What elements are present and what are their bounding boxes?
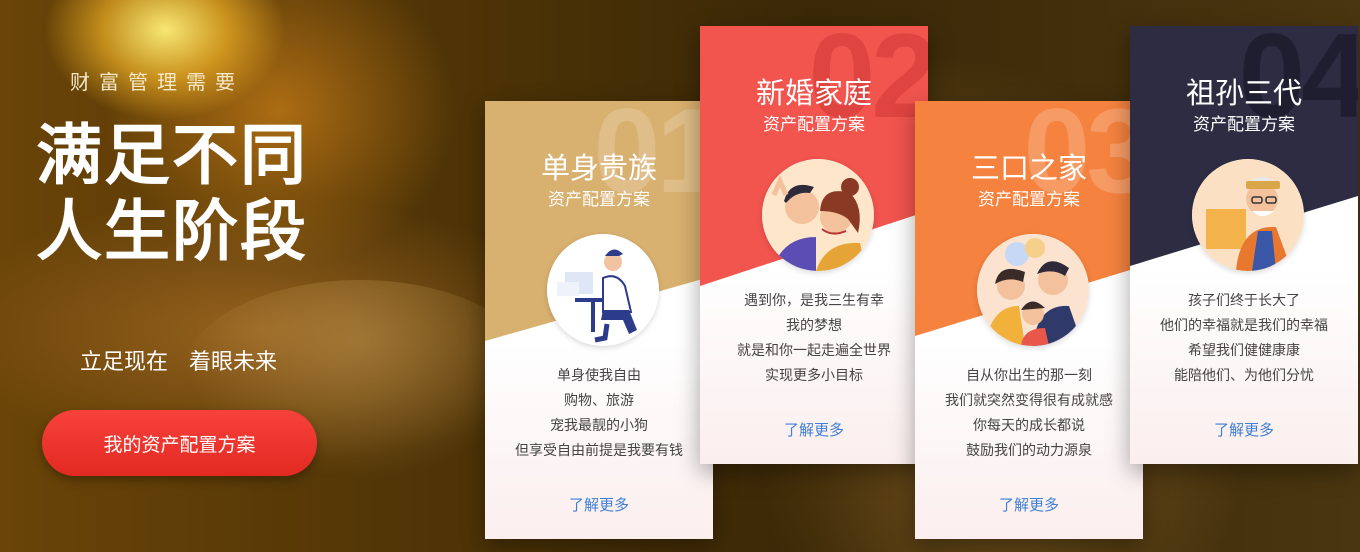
learn-more-link[interactable]: 了解更多 [915, 494, 1143, 515]
card-line: 我的梦想 [786, 318, 842, 334]
hero-subtitle: 财富管理需要 [70, 70, 244, 94]
card-description: 自从你出生的那一刻 我们就突然变得很有成就感 你每天的成长都说 鼓励我们的动力源… [915, 364, 1143, 464]
card-description: 孩子们终于长大了 他们的幸福就是我们的幸福 希望我们健健康康 能陪他们、为他们分… [1130, 289, 1358, 389]
card-title: 单身贵族 [540, 151, 657, 185]
card-subtitle: 资产配置方案 [548, 190, 650, 210]
card-title: 三口之家 [970, 151, 1087, 185]
couple-illustration [762, 159, 874, 271]
card-line: 我们就突然变得很有成就感 [945, 393, 1113, 409]
card-single[interactable]: 01 单身贵族 资产配置方案 单身使我自由 购物、旅游 宠我最靓的小狗 但享受自… [485, 101, 713, 539]
card-line: 遇到你，是我三生有幸 [744, 293, 884, 309]
card-line: 希望我们健健康康 [1188, 343, 1300, 359]
card-line: 但享受自由前提是我要有钱 [515, 443, 683, 459]
card-line: 你每天的成长都说 [973, 418, 1085, 434]
card-line: 自从你出生的那一刻 [966, 368, 1092, 384]
learn-more-link[interactable]: 了解更多 [1130, 419, 1358, 440]
my-asset-plan-button[interactable]: 我的资产配置方案 [42, 410, 317, 476]
family-illustration [977, 234, 1089, 346]
card-description: 遇到你，是我三生有幸 我的梦想 就是和你一起走遍全世界 实现更多小目标 [700, 289, 928, 389]
card-description: 单身使我自由 购物、旅游 宠我最靓的小狗 但享受自由前提是我要有钱 [485, 364, 713, 464]
card-family-of-three[interactable]: 03 三口之家 资产配置方案 自从你出生的那一刻 我们就突然变得很有成就感 你每… [915, 101, 1143, 539]
hero-title-line1: 满足不同 [36, 117, 308, 194]
card-line: 宠我最靓的小狗 [550, 418, 648, 434]
grandparent-illustration [1192, 159, 1304, 271]
card-line: 能陪他们、为他们分忧 [1174, 368, 1314, 384]
single-person-illustration [547, 234, 659, 346]
learn-more-link[interactable]: 了解更多 [700, 419, 928, 440]
card-line: 购物、旅游 [564, 393, 634, 409]
card-line: 孩子们终于长大了 [1188, 293, 1300, 309]
card-subtitle: 资产配置方案 [1193, 115, 1295, 135]
card-line: 实现更多小目标 [765, 368, 863, 384]
card-line: 就是和你一起走遍全世界 [737, 343, 891, 359]
card-line: 单身使我自由 [557, 368, 641, 384]
card-line: 他们的幸福就是我们的幸福 [1160, 318, 1328, 334]
card-newlywed[interactable]: 02 新婚家庭 资产配置方案 遇到你，是我三生有幸 我的梦想 就是和你一起走遍全… [700, 26, 928, 464]
learn-more-link[interactable]: 了解更多 [485, 494, 713, 515]
card-subtitle: 资产配置方案 [978, 190, 1080, 210]
card-line: 鼓励我们的动力源泉 [966, 443, 1092, 459]
card-subtitle: 资产配置方案 [763, 115, 865, 135]
hero-title: 满足不同 人生阶段 [36, 118, 308, 270]
card-three-generations[interactable]: 04 祖孙三代 资产配置方案 孩子们终于长大了 他们的幸福就是我们的幸福 希望我… [1130, 26, 1358, 464]
hero-slogan: 立足现在 着眼未来 [80, 350, 277, 375]
card-title: 祖孙三代 [1185, 76, 1302, 110]
card-title: 新婚家庭 [755, 76, 872, 110]
hero-title-line2: 人生阶段 [36, 193, 308, 270]
